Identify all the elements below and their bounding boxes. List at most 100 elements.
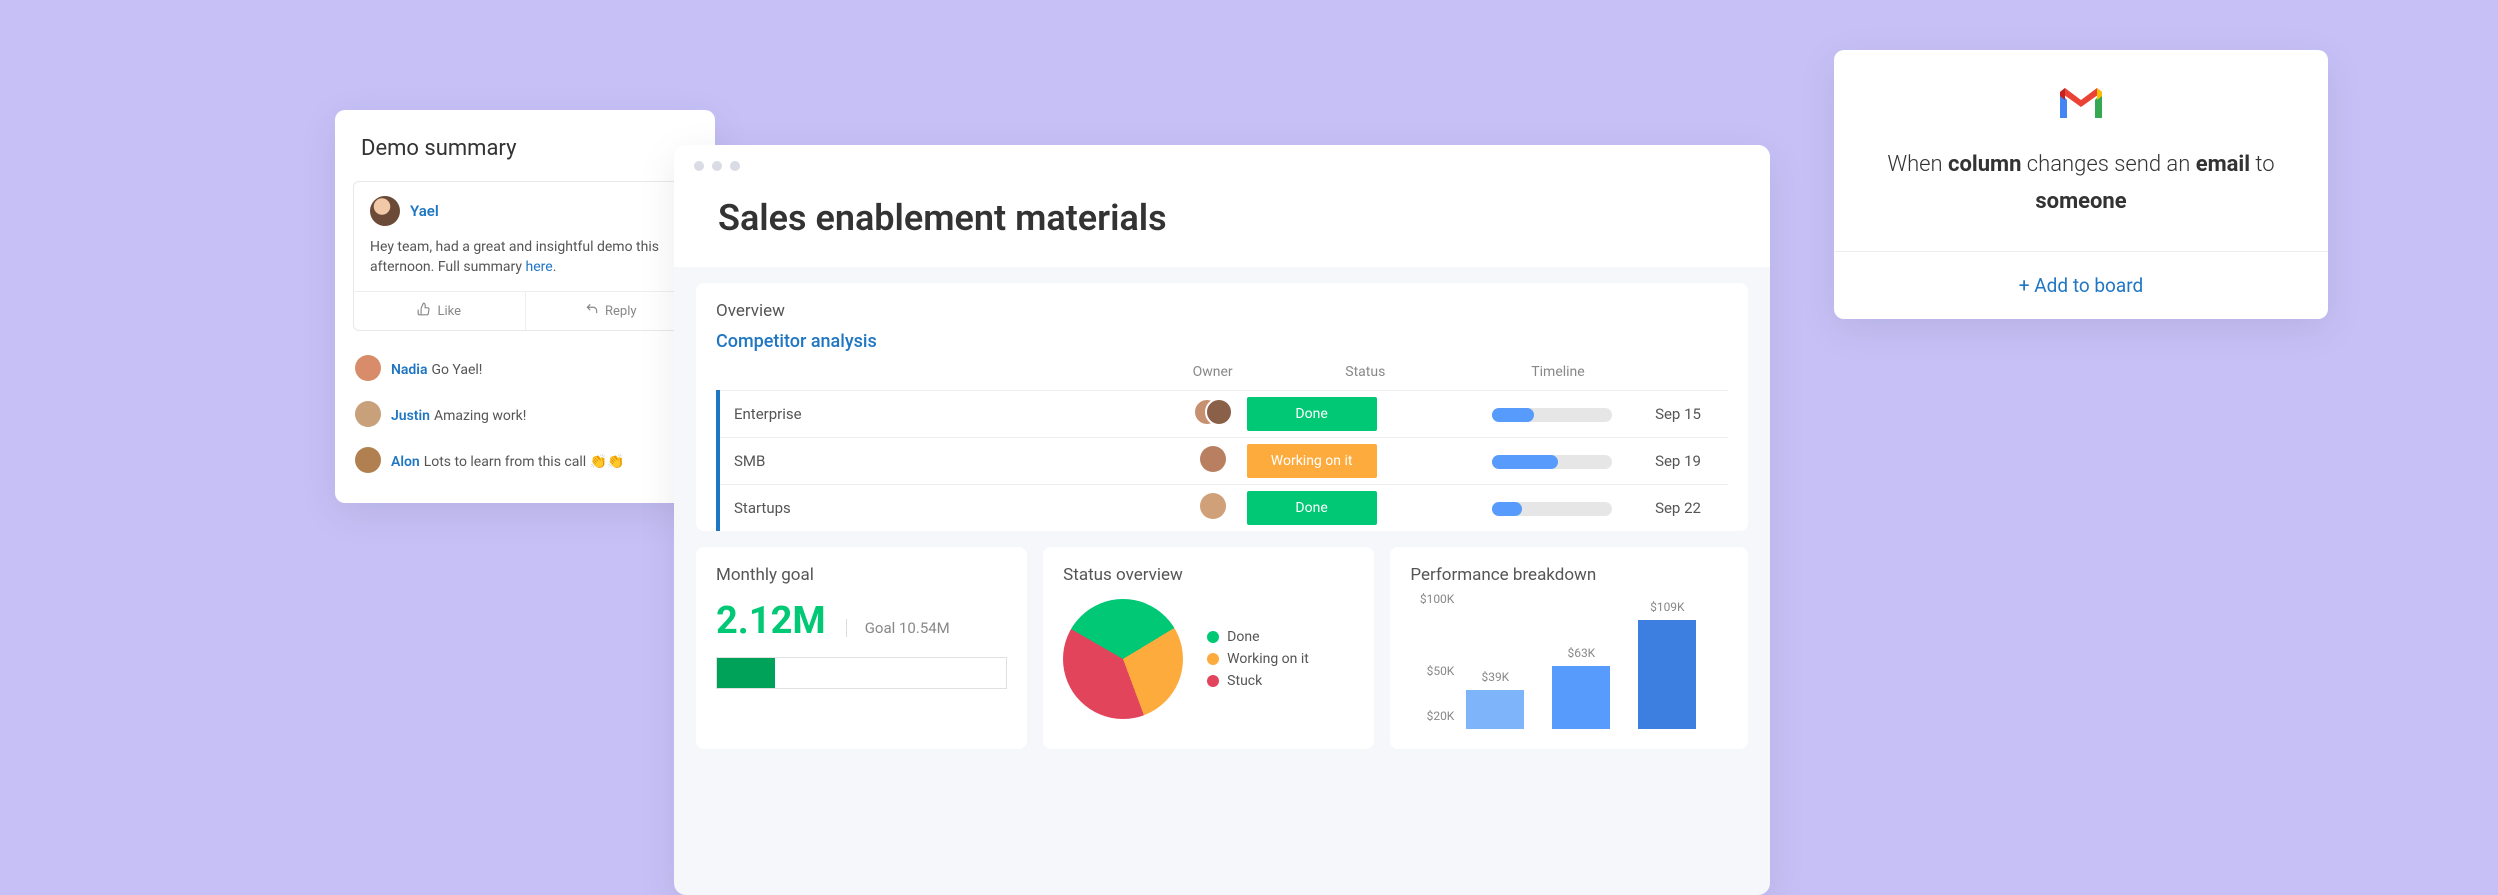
bar-value-label: $39K	[1481, 670, 1509, 684]
summary-link[interactable]: here	[526, 259, 553, 275]
bar-item: $39K	[1466, 670, 1524, 729]
automation-footer: + Add to board	[1834, 251, 2328, 319]
table-row[interactable]: Enterprise Done Sep 15	[718, 391, 1728, 438]
bar-chart: $100K $50K $20K $39K $63K $109K	[1410, 599, 1728, 729]
status-cell[interactable]: Done	[1243, 485, 1488, 532]
owner-cell[interactable]	[1183, 438, 1243, 485]
y-tick: $100K	[1420, 592, 1455, 606]
overview-label: Overview	[716, 301, 1728, 321]
legend-label: Stuck	[1227, 673, 1262, 689]
dash-header: Sales enablement materials	[674, 145, 1770, 267]
widgets-row: Monthly goal 2.12M Goal 10.54M Status ov…	[696, 547, 1748, 749]
monthly-goal-widget: Monthly goal 2.12M Goal 10.54M	[696, 547, 1027, 749]
comment-author[interactable]: Justin	[391, 408, 430, 424]
post-text-suffix: .	[553, 259, 557, 275]
legend-item: Working on it	[1207, 651, 1309, 667]
post-body: Hey team, had a great and insightful dem…	[354, 232, 696, 291]
automation-card: When column changes send an email to som…	[1834, 50, 2328, 319]
timeline-fill	[1492, 455, 1558, 469]
automation-body: When column changes send an email to som…	[1834, 50, 2328, 251]
post-actions: Like Reply	[354, 291, 696, 330]
goal-value: 2.12M	[716, 599, 826, 643]
pie-chart	[1063, 599, 1183, 719]
comment-item: Justin Amazing work!	[355, 391, 695, 437]
bar-value-label: $63K	[1567, 646, 1595, 660]
post-text: Hey team, had a great and insightful dem…	[370, 239, 659, 275]
post-author[interactable]: Yael	[410, 202, 439, 220]
table-row[interactable]: SMB Working on it Sep 19	[718, 438, 1728, 485]
comment-text: Go Yael!	[431, 362, 482, 378]
goal-target: Goal 10.54M	[846, 619, 950, 637]
widget-title: Status overview	[1063, 565, 1354, 585]
bar	[1466, 690, 1524, 729]
avatar	[1205, 398, 1233, 426]
goal-progress-fill	[717, 658, 775, 688]
date-cell[interactable]: Sep 22	[1628, 485, 1728, 532]
status-cell[interactable]: Working on it	[1243, 438, 1488, 485]
group-name[interactable]: Competitor analysis	[716, 331, 1728, 352]
legend-dot	[1207, 653, 1219, 665]
goal-progress-bar	[716, 657, 1007, 689]
col-timeline: Timeline	[1488, 358, 1628, 391]
reply-label: Reply	[605, 304, 637, 319]
legend-label: Done	[1227, 629, 1259, 645]
date-cell[interactable]: Sep 19	[1628, 438, 1728, 485]
window-controls[interactable]	[694, 161, 740, 171]
bar	[1638, 620, 1696, 729]
comment-author[interactable]: Nadia	[391, 362, 427, 378]
add-to-board-button[interactable]: + Add to board	[2019, 274, 2143, 297]
avatar	[1200, 446, 1226, 472]
auto-token-column[interactable]: column	[1948, 152, 2021, 177]
status-badge: Working on it	[1247, 444, 1377, 478]
bar-value-label: $109K	[1650, 600, 1685, 614]
timeline-fill	[1492, 502, 1522, 516]
row-name[interactable]: SMB	[718, 438, 1183, 485]
row-name[interactable]: Enterprise	[718, 391, 1183, 438]
auto-token-email[interactable]: email	[2196, 152, 2250, 177]
page-title: Sales enablement materials	[718, 197, 1726, 239]
bar-item: $63K	[1552, 646, 1610, 729]
demo-title: Demo summary	[335, 110, 715, 181]
like-label: Like	[437, 304, 461, 319]
timeline-cell[interactable]	[1488, 438, 1628, 485]
legend-dot	[1207, 675, 1219, 687]
date-cell[interactable]: Sep 15	[1628, 391, 1728, 438]
comment-text: Lots to learn from this call 👏👏	[424, 454, 625, 470]
demo-post: Yael Hey team, had a great and insightfu…	[353, 181, 697, 331]
pie-legend: Done Working on it Stuck	[1207, 623, 1309, 695]
comment-text: Amazing work!	[434, 408, 526, 424]
avatar	[355, 355, 381, 381]
timeline-cell[interactable]	[1488, 485, 1628, 532]
col-owner: Owner	[1183, 358, 1243, 391]
status-badge: Done	[1247, 397, 1377, 431]
comment-item: Nadia Go Yael!	[355, 345, 695, 391]
comment-author[interactable]: Alon	[391, 454, 420, 470]
dashboard-window: Sales enablement materials Overview Comp…	[674, 145, 1770, 895]
legend-label: Working on it	[1227, 651, 1309, 667]
timeline-cell[interactable]	[1488, 391, 1628, 438]
avatar	[355, 401, 381, 427]
status-cell[interactable]: Done	[1243, 391, 1488, 438]
legend-item: Stuck	[1207, 673, 1309, 689]
legend-item: Done	[1207, 629, 1309, 645]
performance-widget: Performance breakdown $100K $50K $20K $3…	[1390, 547, 1748, 749]
comment-item: Alon Lots to learn from this call 👏👏	[355, 437, 695, 483]
owner-cell[interactable]	[1183, 391, 1243, 438]
col-status: Status	[1243, 358, 1488, 391]
status-badge: Done	[1247, 491, 1377, 525]
auto-text-part: When	[1887, 152, 1948, 177]
row-name[interactable]: Startups	[718, 485, 1183, 532]
owner-cell[interactable]	[1183, 485, 1243, 532]
demo-summary-card: Demo summary Yael Hey team, had a great …	[335, 110, 715, 503]
y-tick: $50K	[1427, 664, 1455, 678]
legend-dot	[1207, 631, 1219, 643]
table-header-row: Owner Status Timeline	[718, 358, 1728, 391]
auto-text-part: to	[2250, 152, 2275, 177]
auto-token-someone[interactable]: someone	[2035, 189, 2126, 214]
automation-text: When column changes send an email to som…	[1870, 146, 2292, 221]
table-row[interactable]: Startups Done Sep 22	[718, 485, 1728, 532]
reply-icon	[585, 302, 599, 320]
like-button[interactable]: Like	[354, 292, 526, 330]
reply-button[interactable]: Reply	[526, 292, 697, 330]
avatar	[1200, 493, 1226, 519]
